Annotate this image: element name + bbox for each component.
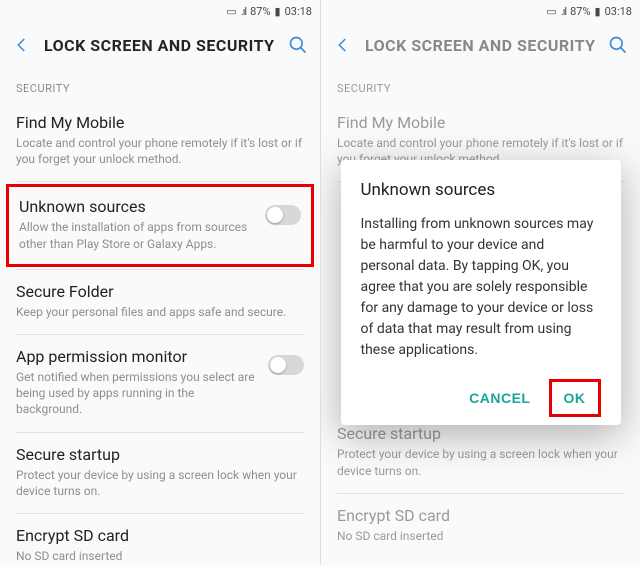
signal-icon: .ıl bbox=[241, 5, 246, 18]
setting-title: Secure Folder bbox=[16, 282, 304, 301]
card-icon: ▭ bbox=[226, 5, 236, 18]
dialog-body: Installing from unknown sources may be h… bbox=[361, 214, 601, 361]
setting-secure-folder[interactable]: Secure Folder Keep your personal files a… bbox=[0, 270, 320, 334]
setting-desc: Get notified when permissions you select… bbox=[16, 369, 258, 418]
status-bar: ▭ .ıl 87% ▮ 03:18 bbox=[0, 0, 320, 22]
search-button[interactable] bbox=[286, 33, 310, 57]
battery-icon: ▮ bbox=[275, 5, 281, 18]
setting-unknown-sources[interactable]: Unknown sources Allow the installation o… bbox=[6, 184, 314, 266]
dialog-title: Unknown sources bbox=[361, 180, 601, 200]
app-permission-toggle[interactable] bbox=[268, 355, 304, 375]
cancel-button[interactable]: CANCEL bbox=[457, 382, 542, 414]
phone-left: ▭ .ıl 87% ▮ 03:18 LOCK SCREEN AND SECURI… bbox=[0, 0, 320, 565]
setting-desc: Keep your personal files and apps safe a… bbox=[16, 304, 304, 320]
setting-desc: Locate and control your phone remotely i… bbox=[16, 135, 304, 167]
setting-title: App permission monitor bbox=[16, 347, 258, 366]
page-title: LOCK SCREEN AND SECURITY bbox=[44, 36, 286, 55]
setting-title: Unknown sources bbox=[19, 197, 255, 216]
phone-right: ▭ .ıl 87% ▮ 03:18 LOCK SCREEN AND SECURI… bbox=[320, 0, 640, 565]
setting-encrypt-sd[interactable]: Encrypt SD card No SD card inserted bbox=[0, 514, 320, 565]
setting-app-permission-monitor[interactable]: App permission monitor Get notified when… bbox=[0, 335, 320, 432]
setting-secure-startup[interactable]: Secure startup Protect your device by us… bbox=[0, 433, 320, 513]
setting-title: Encrypt SD card bbox=[16, 526, 304, 545]
battery-pct: 87% bbox=[250, 5, 270, 18]
setting-desc: No SD card inserted bbox=[16, 548, 304, 564]
ok-button[interactable]: OK bbox=[554, 386, 596, 410]
setting-title: Find My Mobile bbox=[16, 113, 304, 132]
clock: 03:18 bbox=[285, 5, 312, 18]
setting-desc: Protect your device by using a screen lo… bbox=[16, 467, 304, 499]
setting-title: Secure startup bbox=[16, 445, 304, 464]
back-button[interactable] bbox=[10, 33, 34, 57]
dialog-actions: CANCEL OK bbox=[361, 379, 601, 417]
divider bbox=[16, 181, 304, 182]
app-header: LOCK SCREEN AND SECURITY bbox=[0, 22, 320, 68]
unknown-sources-dialog: Unknown sources Installing from unknown … bbox=[341, 160, 621, 425]
setting-desc: Allow the installation of apps from sour… bbox=[19, 219, 255, 251]
setting-find-my-mobile[interactable]: Find My Mobile Locate and control your p… bbox=[0, 101, 320, 181]
section-header-security: SECURITY bbox=[0, 68, 320, 101]
unknown-sources-toggle[interactable] bbox=[265, 205, 301, 225]
ok-highlight: OK bbox=[549, 379, 601, 417]
